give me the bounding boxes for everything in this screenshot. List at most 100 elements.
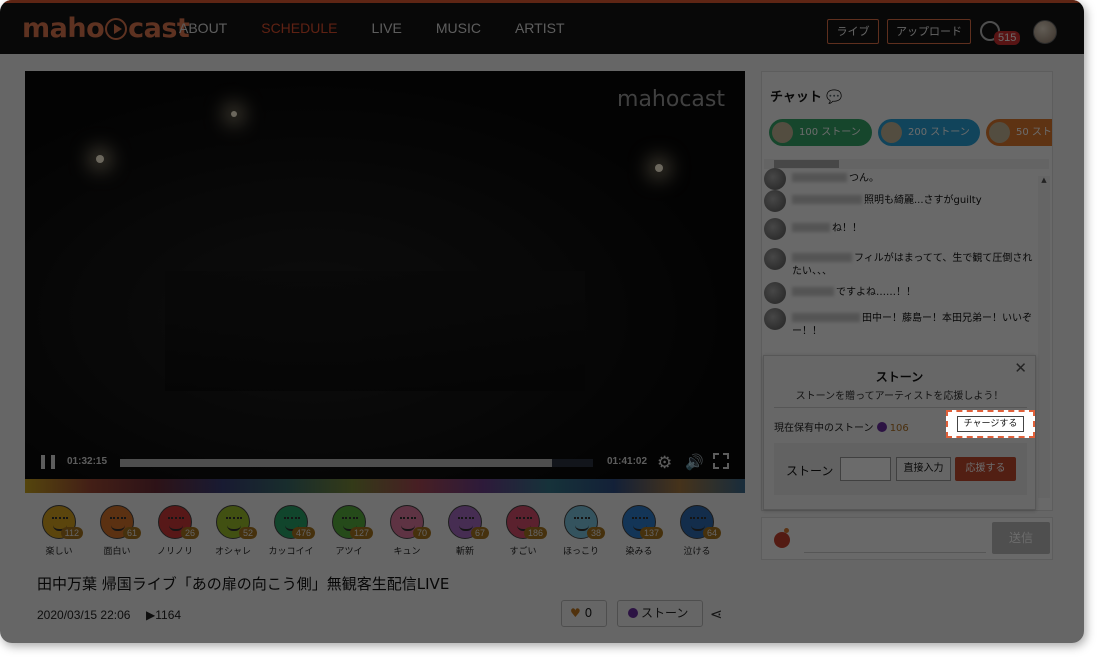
stone-pill-50[interactable]: 50 スト	[986, 119, 1052, 146]
nav-about[interactable]: ABOUT	[179, 20, 227, 36]
nav-live[interactable]: LIVE	[371, 20, 401, 36]
seek-bar[interactable]	[120, 459, 593, 467]
reaction-item[interactable]: 70 キュン	[383, 505, 431, 557]
notification-badge: 515	[994, 31, 1021, 45]
stone-icon	[876, 422, 887, 432]
stone-amount-input[interactable]	[840, 457, 891, 481]
reaction-item[interactable]: 476 カッコイイ	[267, 505, 315, 557]
stamp-bomb-icon[interactable]	[774, 528, 790, 548]
chat-username	[792, 253, 852, 262]
reaction-count: 476	[291, 527, 315, 539]
nav-schedule[interactable]: SCHEDULE	[261, 20, 337, 36]
charge-button-highlight: チャージする	[946, 410, 1035, 438]
nav-artist[interactable]: ARTIST	[515, 20, 565, 36]
upload-button[interactable]: アップロード	[887, 19, 971, 44]
reaction-label: 面白い	[103, 547, 131, 557]
fullscreen-icon[interactable]	[713, 453, 729, 469]
direct-input-button[interactable]: 直接入力	[896, 457, 951, 481]
reaction-count: 52	[238, 527, 257, 539]
live-button[interactable]: ライブ	[827, 19, 879, 44]
gear-icon[interactable]: ⚙	[657, 453, 672, 473]
reaction-label: カッコイイ	[268, 547, 314, 557]
chat-avatar[interactable]	[764, 218, 786, 240]
chat-input-bar: 送信	[761, 517, 1053, 560]
reaction-item[interactable]: 61 面白い	[93, 505, 141, 557]
stone-field-label: ストーン	[786, 464, 834, 478]
volume-icon[interactable]: 🔊	[685, 453, 704, 471]
share-icon[interactable]: ⋖	[710, 605, 723, 623]
support-button[interactable]: 応援する	[955, 457, 1016, 481]
top-nav-bar: maho cast ABOUT SCHEDULE LIVE MUSIC ARTIS…	[0, 0, 1084, 54]
reaction-count: 64	[702, 527, 721, 539]
chat-message-text: つん。	[849, 173, 879, 184]
reaction-item[interactable]: 186 すごい	[499, 505, 547, 557]
reaction-label: 楽しい	[45, 547, 73, 557]
app-window: maho cast ABOUT SCHEDULE LIVE MUSIC ARTIS…	[0, 0, 1084, 643]
video-player[interactable]: mahocast 01:32:15 01:41:02 ⚙ 🔊	[25, 71, 745, 479]
reaction-count: 186	[523, 527, 547, 539]
reaction-count: 38	[586, 527, 605, 539]
reaction-label: ほっこり	[562, 547, 599, 557]
chat-message-body: 照明も綺麗...さすがguilty	[792, 194, 1034, 207]
chat-title: チャット 💬	[770, 86, 843, 105]
reaction-count: 127	[349, 527, 373, 539]
view-count: ▶1164	[146, 608, 181, 622]
mahocast-logo[interactable]: maho cast	[22, 13, 190, 44]
reaction-item[interactable]: 67 斬新	[441, 505, 489, 557]
stone-support-form: ストーン 直接入力 応援する	[774, 443, 1027, 495]
reaction-item[interactable]: 137 染みる	[615, 505, 663, 557]
reaction-count: 137	[639, 527, 663, 539]
chat-avatar[interactable]	[764, 168, 786, 190]
chat-username	[792, 287, 834, 296]
pause-icon[interactable]	[41, 455, 55, 469]
reaction-color-bar	[25, 479, 745, 493]
user-avatar[interactable]	[1033, 20, 1057, 44]
divider	[774, 407, 1027, 408]
stone-button[interactable]: ストーン	[617, 600, 703, 627]
send-button[interactable]: 送信	[992, 522, 1050, 554]
reaction-label: アツイ	[335, 547, 363, 557]
chat-avatar[interactable]	[764, 248, 786, 270]
reaction-label: 泣ける	[683, 547, 711, 557]
chat-message-body: 田中ー！藤島ー！本田兄弟ー！いいぞー！！	[792, 312, 1034, 338]
stone-popup-title: ストーン	[875, 370, 924, 384]
video-watermark: mahocast	[617, 87, 725, 112]
reaction-count: 67	[470, 527, 489, 539]
reaction-label: 染みる	[625, 547, 653, 557]
stage-spotlight	[96, 155, 104, 163]
reaction-item[interactable]: 112 楽しい	[35, 505, 83, 557]
owned-stones-label: 現在保有中のストーン	[774, 423, 874, 434]
chat-avatar[interactable]	[764, 308, 786, 330]
nav-music[interactable]: MUSIC	[436, 20, 481, 36]
chat-avatar[interactable]	[764, 282, 786, 304]
like-button[interactable]: ♥ 0	[561, 600, 607, 627]
reaction-item[interactable]: 127 アツイ	[325, 505, 373, 557]
chat-message-input[interactable]	[804, 552, 986, 553]
chat-scrollbar[interactable]: ▲	[1038, 176, 1050, 498]
chat-message-text: 照明も綺麗...さすがguilty	[864, 195, 982, 206]
video-date: 2020/03/15 22:06	[37, 608, 131, 622]
pill-thumbnail	[772, 122, 793, 143]
reaction-item[interactable]: 52 オシャレ	[209, 505, 257, 557]
stone-button-label: ストーン	[641, 606, 689, 620]
chat-bubble-icon: 💬	[826, 90, 843, 105]
reaction-item[interactable]: 26 ノリノリ	[151, 505, 199, 557]
reaction-count: 61	[122, 527, 141, 539]
stone-pill-100[interactable]: 100 ストーン	[769, 119, 872, 146]
like-count: 0	[584, 606, 593, 620]
reaction-item[interactable]: 38 ほっこり	[557, 505, 605, 557]
chat-avatar[interactable]	[764, 190, 786, 212]
chat-message-body: フィルがはまってて、生で観て圧倒されたい、、、	[792, 252, 1034, 278]
reaction-label: オシャレ	[214, 547, 251, 557]
pill-thumbnail	[881, 122, 902, 143]
main-nav: ABOUT SCHEDULE LIVE MUSIC ARTIST	[179, 20, 565, 36]
pill-scrollbar-thumb[interactable]	[774, 160, 839, 168]
play-logo-icon	[105, 18, 128, 40]
reaction-count: 26	[180, 527, 199, 539]
seek-bar-progress	[120, 459, 552, 467]
charge-button[interactable]: チャージする	[957, 416, 1024, 432]
current-time: 01:32:15	[67, 456, 108, 467]
stone-pill-200[interactable]: 200 ストーン	[878, 119, 980, 146]
reaction-item[interactable]: 64 泣ける	[673, 505, 721, 557]
stone-popup-subtitle: ストーンを贈ってアーティストを応援しよう！	[795, 391, 1004, 402]
